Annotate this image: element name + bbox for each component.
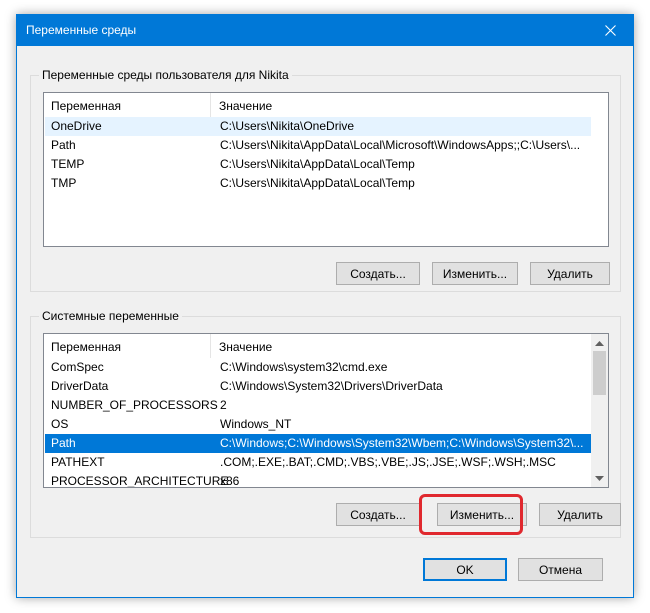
variable-value: Windows_NT	[220, 417, 292, 431]
close-button[interactable]	[587, 15, 633, 46]
scroll-thumb[interactable]	[593, 351, 606, 395]
user-vars-list[interactable]: Переменная Значение OneDrive C:\Users\Ni…	[43, 92, 609, 247]
variable-name: OneDrive	[51, 119, 102, 133]
system-delete-button[interactable]: Удалить	[539, 503, 621, 526]
variable-name: TMP	[51, 176, 77, 190]
variable-value: x86	[220, 474, 240, 488]
list-item[interactable]: TMP C:\Users\Nikita\AppData\Local\Temp	[45, 174, 591, 193]
variable-value: C:\Users\Nikita\AppData\Local\Temp	[220, 176, 415, 190]
column-header-value[interactable]: Значение	[219, 99, 272, 113]
list-item[interactable]: OS Windows_NT	[45, 415, 591, 434]
list-item-selected[interactable]: Path C:\Windows;C:\Windows\System32\Wbem…	[45, 434, 591, 453]
system-vars-group: Системные переменные Переменная Значение…	[30, 309, 621, 538]
list-item[interactable]: OneDrive C:\Users\Nikita\OneDrive	[45, 117, 591, 136]
variable-name: Path	[51, 138, 76, 152]
user-create-button[interactable]: Создать...	[336, 262, 420, 285]
system-create-button[interactable]: Создать...	[336, 503, 420, 526]
user-vars-group: Переменные среды пользователя для Nikita…	[30, 68, 621, 292]
variable-name: OS	[51, 417, 69, 431]
list-item[interactable]: TEMP C:\Users\Nikita\AppData\Local\Temp	[45, 155, 591, 174]
column-header-value[interactable]: Значение	[219, 340, 272, 354]
variable-value: 2	[220, 398, 227, 412]
env-vars-dialog: Переменные среды Переменные среды пользо…	[16, 14, 634, 598]
list-item[interactable]: NUMBER_OF_PROCESSORS 2	[45, 396, 591, 415]
variable-name: ComSpec	[51, 360, 104, 374]
variable-name: TEMP	[51, 157, 85, 171]
highlight-annotation	[419, 494, 523, 535]
chevron-down-icon	[595, 475, 604, 481]
variable-value: C:\Windows\System32\Drivers\DriverData	[220, 379, 443, 393]
list-item[interactable]: PATHEXT .COM;.EXE;.BAT;.CMD;.VBS;.VBE;.J…	[45, 453, 591, 472]
list-item[interactable]: PROCESSOR_ARCHITECTURE x86	[45, 472, 591, 488]
chevron-up-icon	[595, 340, 604, 346]
variable-name: DriverData	[51, 379, 109, 393]
system-vars-group-label: Системные переменные	[39, 309, 182, 323]
cancel-button[interactable]: Отмена	[518, 558, 603, 581]
variable-name: PATHEXT	[51, 455, 105, 469]
window-title: Переменные среды	[26, 23, 137, 37]
close-icon	[604, 25, 616, 36]
user-edit-button[interactable]: Изменить...	[432, 262, 518, 285]
variable-value: C:\Users\Nikita\OneDrive	[220, 119, 355, 133]
variable-value: .COM;.EXE;.BAT;.CMD;.VBS;.VBE;.JS;.JSE;.…	[220, 455, 556, 469]
variable-name: PROCESSOR_ARCHITECTURE	[51, 474, 229, 488]
column-header-variable[interactable]: Переменная	[51, 99, 121, 113]
scroll-down-arrow[interactable]	[591, 470, 608, 487]
column-separator[interactable]	[210, 334, 211, 358]
variable-value: C:\Windows;C:\Windows\System32\Wbem;C:\W…	[220, 436, 584, 450]
ok-button[interactable]: OK	[423, 558, 507, 581]
user-delete-button[interactable]: Удалить	[530, 262, 610, 285]
column-header-variable[interactable]: Переменная	[51, 340, 121, 354]
variable-value: C:\Windows\system32\cmd.exe	[220, 360, 388, 374]
system-vars-list[interactable]: Переменная Значение ComSpec C:\Windows\s…	[43, 333, 609, 488]
variable-name: Path	[51, 436, 76, 450]
variable-value: C:\Users\Nikita\AppData\Local\Microsoft\…	[220, 138, 581, 152]
user-vars-group-label: Переменные среды пользователя для Nikita	[39, 68, 292, 82]
vertical-scrollbar[interactable]	[591, 334, 608, 487]
list-header: Переменная Значение	[44, 334, 608, 358]
column-separator[interactable]	[210, 93, 211, 117]
list-item[interactable]: ComSpec C:\Windows\system32\cmd.exe	[45, 358, 591, 377]
variable-name: NUMBER_OF_PROCESSORS	[51, 398, 218, 412]
title-bar: Переменные среды	[17, 15, 633, 46]
variable-value: C:\Users\Nikita\AppData\Local\Temp	[220, 157, 415, 171]
list-item[interactable]: Path C:\Users\Nikita\AppData\Local\Micro…	[45, 136, 591, 155]
list-item[interactable]: DriverData C:\Windows\System32\Drivers\D…	[45, 377, 591, 396]
scroll-up-arrow[interactable]	[591, 334, 608, 351]
list-header: Переменная Значение	[44, 93, 608, 117]
